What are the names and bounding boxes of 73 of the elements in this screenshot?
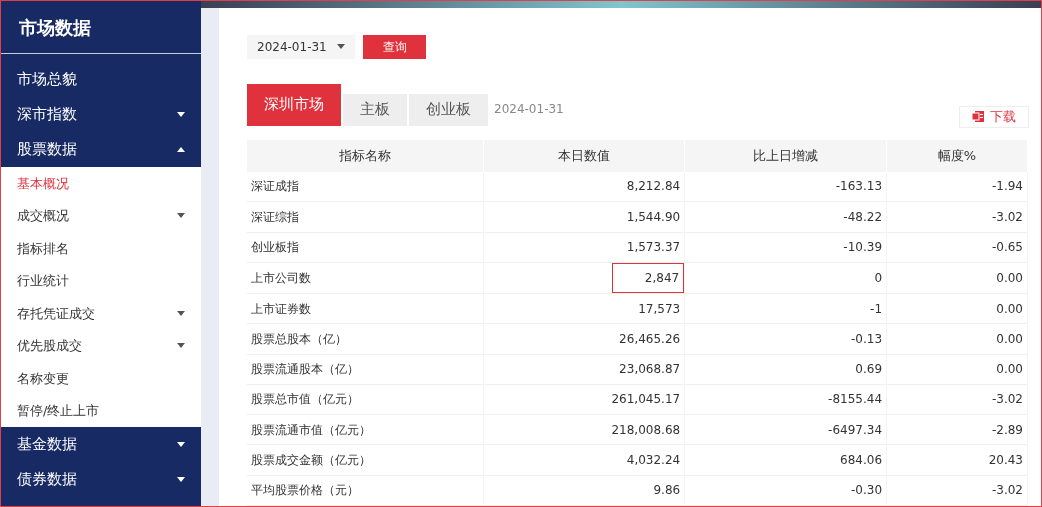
table-cell: 1,544.90 — [626, 209, 681, 224]
table-cell: -0.30 — [851, 483, 883, 498]
table-cell: 上市证券数 — [251, 301, 311, 316]
table-cell: -3.02 — [991, 392, 1023, 407]
sidebar-item[interactable]: 优先股成交 — [1, 329, 201, 362]
table-cell: 8,212.84 — [626, 179, 681, 194]
caret-down-icon — [337, 44, 345, 50]
table-cell: -163.13 — [835, 179, 883, 194]
caret-down-icon — [177, 112, 185, 117]
table-cell: -0.13 — [851, 331, 883, 346]
table-cell: -3.02 — [991, 483, 1023, 498]
table-cell: 平均股票价格（元） — [251, 483, 359, 498]
table-cell: 23,068.87 — [619, 362, 681, 377]
table-cell: 261,045.17 — [611, 392, 681, 407]
table-cell: -2.89 — [991, 422, 1023, 437]
table-cell: 股票总股本（亿） — [251, 331, 347, 346]
caret-down-icon — [177, 477, 185, 482]
market-tab[interactable]: 深圳市场 — [247, 83, 341, 126]
table-cell: -8155.44 — [828, 392, 883, 407]
column-header: 本日数值 — [483, 139, 685, 172]
caret-down-icon — [177, 442, 185, 447]
market-tab[interactable]: 主板 — [343, 93, 407, 126]
table-cell: 0.69 — [855, 362, 883, 377]
table-cell: -1 — [870, 301, 883, 316]
data-date: 2024-01-31 — [494, 100, 564, 118]
caret-down-icon — [177, 213, 185, 219]
sidebar-item[interactable]: 暂停/终止上市 — [1, 394, 201, 427]
table-cell: 创业板指 — [251, 240, 299, 255]
table-cell: -0.65 — [991, 240, 1023, 255]
table-cell: 股票总市值（亿元） — [251, 392, 359, 407]
download-button[interactable]: 下载 — [959, 105, 1029, 128]
table-cell: 股票流通市值（亿元） — [251, 422, 371, 437]
query-button[interactable]: 查询 — [363, 34, 426, 59]
table-cell: 17,573 — [638, 301, 681, 316]
table-cell: 218,008.68 — [611, 422, 681, 437]
table-cell: -48.22 — [843, 209, 883, 224]
sidebar-title: 市场数据 — [1, 1, 201, 54]
table-cell: 0.00 — [996, 301, 1023, 316]
column-header: 指标名称 — [247, 139, 484, 172]
column-header: 幅度% — [886, 139, 1028, 172]
sidebar-item[interactable]: 指标排名 — [1, 232, 201, 265]
table-cell: -10.39 — [843, 240, 883, 255]
table-cell: 26,465.26 — [619, 331, 681, 346]
caret-up-icon — [177, 147, 185, 152]
table-cell: -6497.34 — [828, 422, 883, 437]
table-cell: 20.43 — [988, 453, 1023, 468]
sidebar-item[interactable]: 存托凭证成交 — [1, 297, 201, 330]
table-cell: -1.94 — [991, 179, 1023, 194]
sidebar-item[interactable]: 名称变更 — [1, 362, 201, 395]
table-cell: 0.00 — [996, 331, 1023, 346]
table-cell: -3.02 — [991, 209, 1023, 224]
table-cell: 深证成指 — [251, 179, 299, 194]
column-header: 比上日增减 — [684, 139, 887, 172]
sidebar-item[interactable]: 成交概况 — [1, 199, 201, 232]
table-cell: 股票流通股本（亿） — [251, 362, 359, 377]
sidebar-item[interactable]: 基本概况 — [1, 167, 201, 200]
table-cell: 上市公司数 — [251, 270, 311, 285]
table-cell: 深证综指 — [251, 209, 299, 224]
document-icon — [972, 111, 984, 123]
table-cell: 684.06 — [840, 453, 883, 468]
table-cell: 0 — [874, 270, 883, 285]
date-select[interactable]: 2024-01-31 — [247, 34, 355, 59]
highlighted-table-cell: 2,847 — [612, 262, 685, 293]
sidebar-item[interactable]: 行业统计 — [1, 264, 201, 297]
table-cell: 0.00 — [996, 270, 1023, 285]
table-cell: 1,573.37 — [626, 240, 681, 255]
table-cell: 股票成交金额（亿元） — [251, 453, 371, 468]
table-cell: 9.86 — [653, 483, 681, 498]
caret-down-icon — [177, 343, 185, 349]
table-cell: 4,032.24 — [626, 453, 681, 468]
market-tab[interactable]: 创业板 — [409, 93, 488, 126]
table-cell: 0.00 — [996, 362, 1023, 377]
caret-down-icon — [177, 310, 185, 316]
